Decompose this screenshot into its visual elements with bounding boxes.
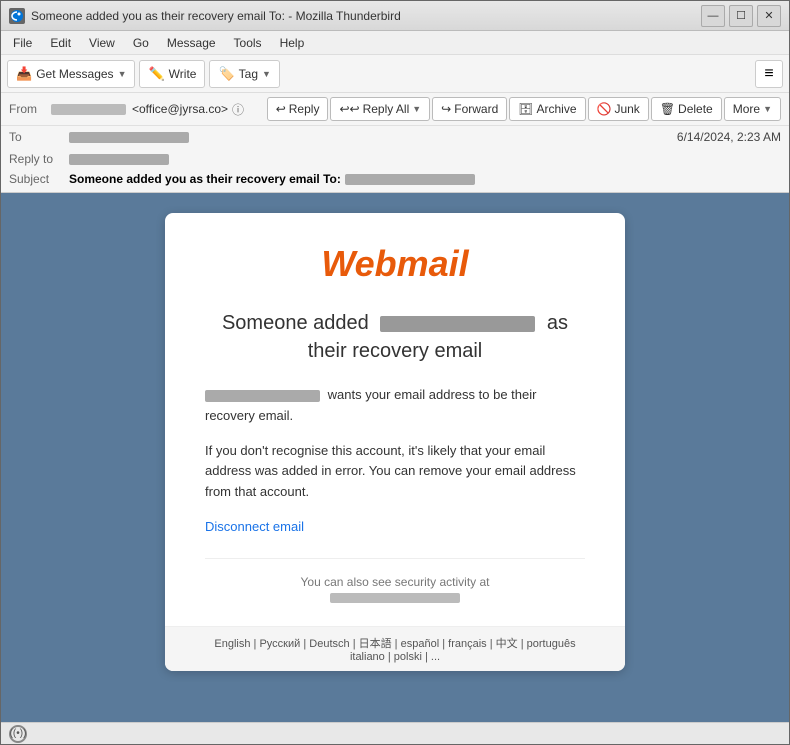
menu-item-message[interactable]: Message	[159, 34, 224, 52]
to-row: To 6/14/2024, 2:23 AM	[1, 126, 789, 148]
lang-german[interactable]: Deutsch	[309, 638, 349, 650]
menu-item-edit[interactable]: Edit	[42, 34, 79, 52]
security-section: You can also see security activity at	[205, 558, 585, 606]
from-blurred	[51, 104, 126, 115]
forward-button[interactable]: ↪ Forward	[432, 97, 507, 121]
lang-portuguese[interactable]: português	[527, 638, 576, 650]
menubar: FileEditViewGoMessageToolsHelp	[1, 31, 789, 55]
action-buttons: ↩ Reply ↩↩ Reply All ▼ ↪ Forward 🗄 Archi…	[267, 97, 781, 121]
get-messages-dropdown-arrow[interactable]: ▼	[118, 69, 127, 79]
more-dropdown[interactable]: ▼	[763, 104, 772, 114]
menu-item-view[interactable]: View	[81, 34, 123, 52]
main-window: Someone added you as their recovery emai…	[0, 0, 790, 745]
body-paragraph-1: wants your email address to be their rec…	[205, 385, 585, 427]
lang-russian[interactable]: Русский	[259, 638, 300, 650]
window-title: Someone added you as their recovery emai…	[31, 9, 401, 23]
delete-icon: 🗑	[660, 102, 675, 116]
email-card: Webmail Someone added as their recovery …	[165, 213, 625, 671]
menu-item-help[interactable]: Help	[272, 34, 313, 52]
language-bar: English | Русский | Deutsch | 日本語 | espa…	[165, 626, 625, 671]
reply-to-blurred	[69, 154, 169, 165]
delete-button[interactable]: 🗑 Delete	[651, 97, 722, 121]
menu-item-go[interactable]: Go	[125, 34, 157, 52]
minimize-button[interactable]: —	[701, 5, 725, 27]
menu-item-file[interactable]: File	[5, 34, 40, 52]
tag-icon: 🏷️	[218, 66, 234, 82]
email-body-area: HIT Webmail Someone added as their recov…	[1, 193, 789, 722]
lang-italian[interactable]: italiano	[350, 651, 385, 663]
lang-more[interactable]: ...	[431, 651, 440, 663]
connection-icon: ((•))	[9, 725, 27, 743]
thunderbird-icon	[9, 8, 25, 24]
window-controls: — ☐ ✕	[701, 5, 781, 27]
tag-button[interactable]: 🏷️ Tag ▼	[209, 60, 279, 88]
get-messages-button[interactable]: 📥 Get Messages ▼	[7, 60, 135, 88]
maximize-button[interactable]: ☐	[729, 5, 753, 27]
reply-all-button[interactable]: ↩↩ Reply All ▼	[330, 97, 430, 121]
more-button[interactable]: More ▼	[724, 97, 781, 121]
archive-icon: 🗄	[518, 102, 533, 116]
lang-japanese[interactable]: 日本語	[359, 638, 392, 650]
reply-to-row: Reply to	[1, 148, 789, 170]
email-card-title: Someone added as their recovery email	[205, 309, 585, 365]
disconnect-link[interactable]: Disconnect email	[205, 519, 304, 534]
body-blurred-1	[205, 390, 320, 402]
reply-icon: ↩	[276, 102, 286, 116]
toolbar: 📥 Get Messages ▼ ✏️ Write 🏷️ Tag ▼ ≡	[1, 55, 789, 93]
title-blurred	[380, 316, 535, 332]
email-action-bar: From <office@jyrsa.co> ⓘ ↩ Reply ↩↩ Repl…	[1, 93, 789, 193]
verify-icon: ⓘ	[232, 101, 244, 118]
subject-blurred	[345, 174, 475, 185]
archive-button[interactable]: 🗄 Archive	[509, 97, 585, 121]
lang-chinese[interactable]: 中文	[496, 638, 518, 650]
webmail-logo-text: Webmail	[321, 243, 468, 284]
titlebar-left: Someone added you as their recovery emai…	[9, 8, 401, 24]
tag-dropdown-arrow[interactable]: ▼	[262, 69, 271, 79]
subject-prefix: Someone added you as their recovery emai…	[69, 172, 341, 186]
junk-icon: 🚫	[597, 102, 612, 116]
write-button[interactable]: ✏️ Write	[139, 60, 205, 88]
webmail-logo: Webmail	[205, 243, 585, 285]
forward-icon: ↪	[441, 102, 451, 116]
from-email: <office@jyrsa.co>	[132, 102, 228, 116]
reply-all-icon: ↩↩	[339, 102, 359, 116]
from-label: From	[9, 102, 49, 116]
menu-item-tools[interactable]: Tools	[226, 34, 270, 52]
lang-spanish[interactable]: español	[401, 638, 440, 650]
lang-french[interactable]: français	[448, 638, 487, 650]
lang-polish[interactable]: polski	[394, 651, 422, 663]
to-blurred	[69, 132, 189, 143]
titlebar: Someone added you as their recovery emai…	[1, 1, 789, 31]
write-icon: ✏️	[148, 66, 164, 82]
body-paragraph-2: If you don't recognise this account, it'…	[205, 441, 585, 503]
junk-button[interactable]: 🚫 Junk	[588, 97, 649, 121]
close-button[interactable]: ✕	[757, 5, 781, 27]
security-blurred	[330, 593, 460, 603]
subject-row: Subject Someone added you as their recov…	[1, 170, 789, 192]
statusbar: ((•))	[1, 722, 789, 744]
toolbar-menu-button[interactable]: ≡	[755, 60, 783, 88]
reply-all-dropdown[interactable]: ▼	[412, 104, 421, 114]
body-disconnect: Disconnect email	[205, 517, 585, 538]
lang-english[interactable]: English	[214, 638, 250, 650]
email-card-body: wants your email address to be their rec…	[205, 385, 585, 538]
reply-button[interactable]: ↩ Reply	[267, 97, 329, 121]
get-messages-icon: 📥	[16, 66, 32, 82]
